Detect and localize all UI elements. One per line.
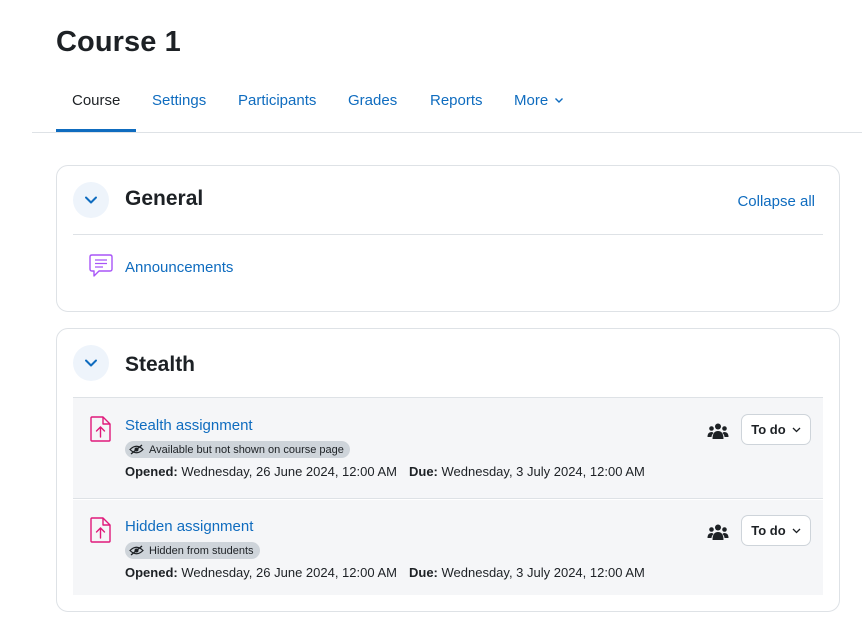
due-label: Due: bbox=[408, 565, 438, 580]
collapse-all-link[interactable]: Collapse all bbox=[737, 193, 815, 210]
completion-dropdown-button[interactable]: To do bbox=[741, 414, 811, 445]
tab-reports[interactable]: Reports bbox=[430, 92, 483, 109]
activity-divider bbox=[73, 498, 823, 499]
completion-dropdown-button[interactable]: To do bbox=[741, 515, 811, 546]
secondary-navigation: Course Settings Participants Grades Repo… bbox=[32, 0, 862, 133]
opened-label: Opened: bbox=[125, 464, 178, 479]
chevron-down-icon bbox=[85, 196, 97, 204]
due-date: Wednesday, 3 July 2024, 12:00 AM bbox=[441, 565, 645, 580]
tab-participants[interactable]: Participants bbox=[238, 92, 316, 109]
section-collapse-toggle[interactable] bbox=[73, 345, 109, 381]
eye-slash-icon bbox=[129, 545, 144, 556]
activity-dates: Opened: Wednesday, 26 June 2024, 12:00 A… bbox=[125, 464, 645, 479]
tab-more[interactable]: More bbox=[514, 92, 564, 109]
tab-grades[interactable]: Grades bbox=[348, 92, 397, 109]
completion-label: To do bbox=[751, 422, 786, 437]
section-title: Stealth bbox=[125, 353, 196, 376]
assignment-icon bbox=[90, 517, 111, 543]
due-date: Wednesday, 3 July 2024, 12:00 AM bbox=[441, 464, 645, 479]
tab-more-label: More bbox=[514, 92, 549, 109]
activity-stealth-assignment: Stealth assignment Available but not sho… bbox=[73, 398, 823, 499]
completion-label: To do bbox=[751, 523, 786, 538]
chevron-down-icon bbox=[85, 359, 97, 367]
chevron-down-icon bbox=[555, 98, 564, 104]
opened-label: Opened: bbox=[125, 565, 178, 580]
badge-label: Available but not shown on course page bbox=[149, 443, 344, 456]
eye-slash-icon bbox=[129, 444, 144, 455]
section-general: General Collapse all Announcements bbox=[56, 165, 840, 312]
chevron-down-icon bbox=[792, 528, 801, 533]
groups-icon bbox=[707, 423, 729, 439]
tab-course[interactable]: Course bbox=[72, 92, 120, 109]
activity-announcements: Announcements bbox=[73, 235, 823, 305]
due-label: Due: bbox=[408, 464, 438, 479]
visibility-badge: Available but not shown on course page bbox=[125, 441, 350, 458]
section-collapse-toggle[interactable] bbox=[73, 182, 109, 218]
opened-date: Wednesday, 26 June 2024, 12:00 AM bbox=[181, 565, 397, 580]
forum-icon bbox=[89, 254, 113, 277]
activity-link[interactable]: Hidden assignment bbox=[125, 518, 253, 535]
activity-hidden-assignment: Hidden assignment Hidden from students O… bbox=[73, 500, 823, 595]
section-stealth: Stealth Stealth assignment Available but… bbox=[56, 328, 840, 612]
badge-label: Hidden from students bbox=[149, 544, 254, 557]
visibility-badge: Hidden from students bbox=[125, 542, 260, 559]
opened-date: Wednesday, 26 June 2024, 12:00 AM bbox=[181, 464, 397, 479]
groups-icon bbox=[707, 524, 729, 540]
tab-settings[interactable]: Settings bbox=[152, 92, 206, 109]
active-tab-indicator bbox=[56, 129, 136, 132]
activity-dates: Opened: Wednesday, 26 June 2024, 12:00 A… bbox=[125, 565, 645, 580]
assignment-icon bbox=[90, 416, 111, 442]
activity-link[interactable]: Stealth assignment bbox=[125, 417, 253, 434]
section-title: General bbox=[125, 187, 204, 210]
chevron-down-icon bbox=[792, 427, 801, 432]
activity-link[interactable]: Announcements bbox=[125, 259, 233, 276]
